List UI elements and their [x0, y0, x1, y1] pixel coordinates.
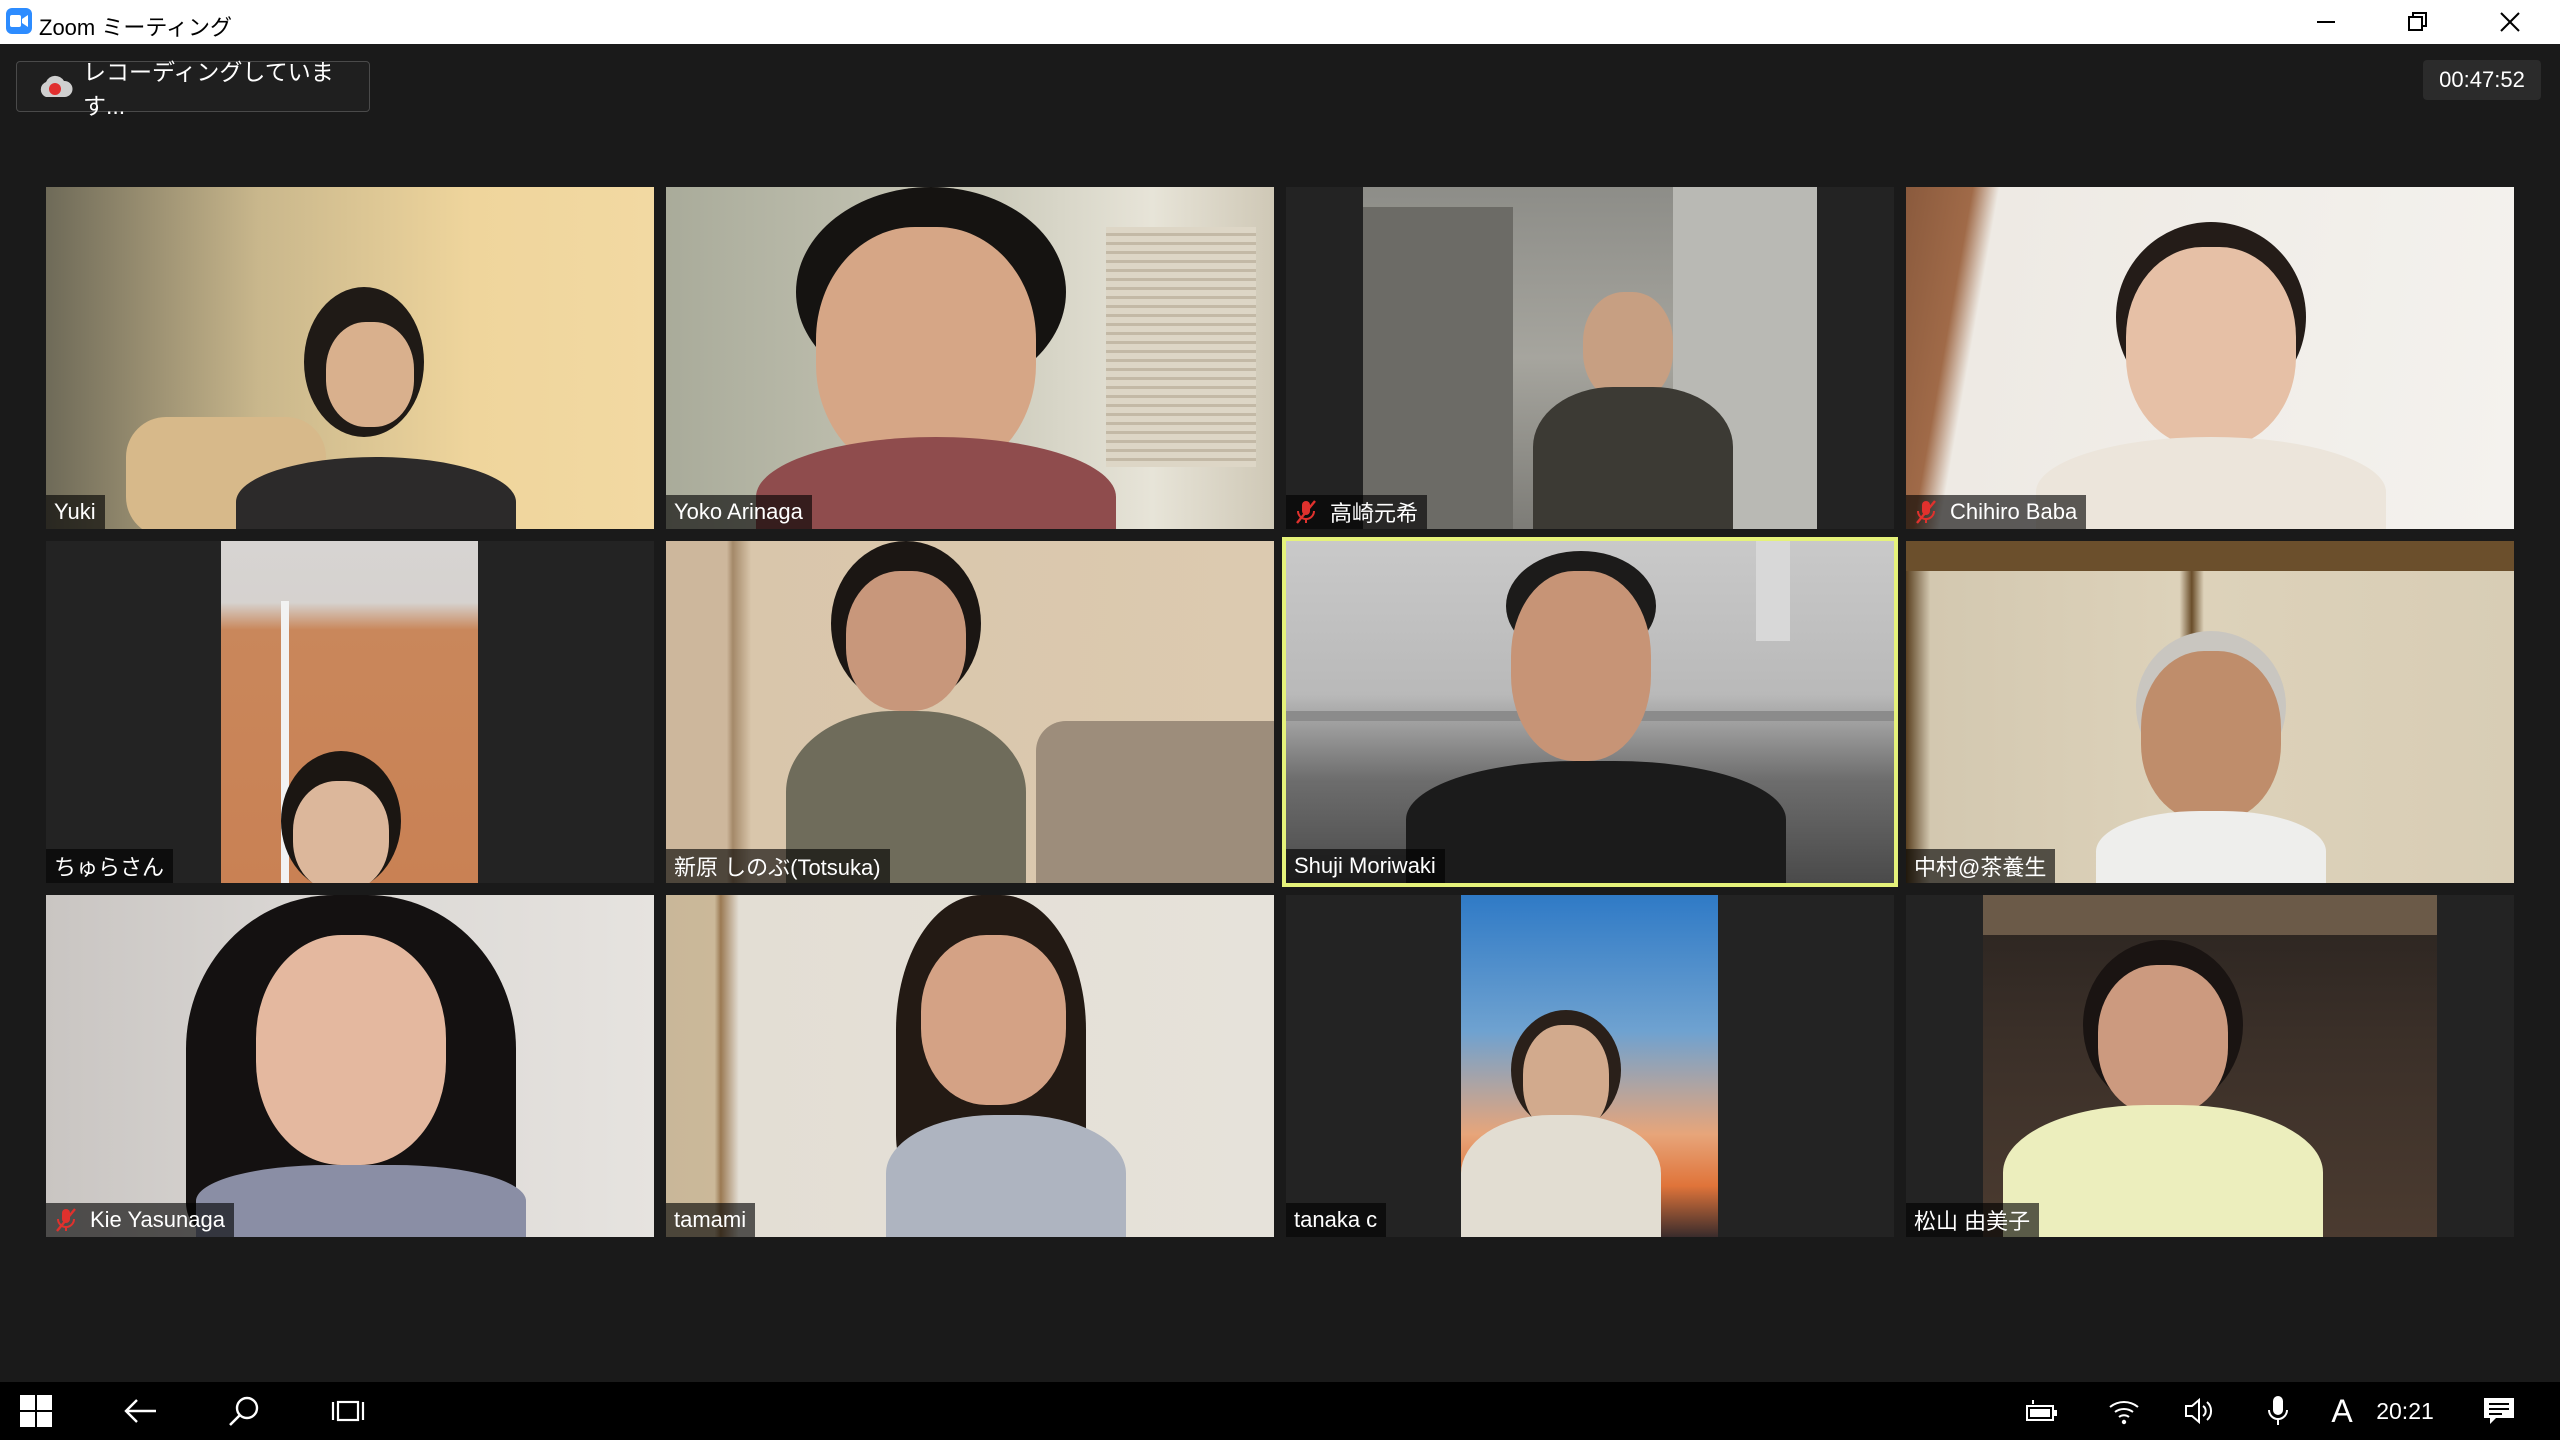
meeting-timer: 00:47:52 — [2423, 60, 2541, 100]
restore-icon[interactable] — [2372, 0, 2464, 44]
participant-tile[interactable]: Kie Yasunaga — [46, 895, 654, 1237]
participant-name-label: Yoko Arinaga — [666, 495, 812, 529]
participant-name-label: 中村@茶養生 — [1906, 849, 2056, 883]
battery-icon[interactable] — [2020, 1382, 2064, 1440]
taskbar: A 20:21 — [0, 1382, 2560, 1440]
participant-name: Kie Yasunaga — [90, 1207, 225, 1232]
participant-tile[interactable]: tanaka c — [1286, 895, 1894, 1237]
participant-name: 中村@茶養生 — [1914, 855, 2047, 880]
volume-icon[interactable] — [2178, 1382, 2222, 1440]
participant-name-label: ちゅらさん — [46, 849, 174, 883]
wifi-icon[interactable] — [2102, 1382, 2146, 1440]
video-feed — [221, 541, 478, 883]
search-icon[interactable] — [218, 1382, 270, 1440]
video-feed — [666, 895, 1274, 1237]
participant-tile[interactable]: tamami — [666, 895, 1274, 1237]
task-view-icon[interactable] — [322, 1382, 374, 1440]
participant-tile[interactable]: 中村@茶養生 — [1906, 541, 2514, 883]
participant-name: 新原 しのぶ(Totsuka) — [674, 855, 881, 880]
close-icon[interactable] — [2464, 0, 2556, 44]
ime-icon[interactable]: A — [2322, 1382, 2362, 1440]
participant-tile[interactable]: ちゅらさん — [46, 541, 654, 883]
video-feed — [666, 187, 1274, 529]
video-feed — [46, 187, 654, 529]
participant-name-label: 高崎元希 — [1286, 495, 1428, 529]
participant-name-label: tanaka c — [1286, 1203, 1387, 1237]
muted-mic-icon — [56, 1208, 76, 1232]
video-feed — [1906, 187, 2514, 529]
participant-name: 松山 由美子 — [1914, 1209, 2031, 1234]
muted-mic-icon — [1296, 500, 1316, 524]
back-arrow-icon[interactable] — [115, 1382, 167, 1440]
action-center-icon[interactable] — [2474, 1382, 2524, 1440]
participant-tile-active-speaker[interactable]: Shuji Moriwaki — [1282, 537, 1898, 887]
participant-name-label: Chihiro Baba — [1906, 495, 2087, 529]
participant-name-label: Kie Yasunaga — [46, 1203, 234, 1237]
participant-name: Shuji Moriwaki — [1294, 853, 1436, 878]
participant-name-label: 新原 しのぶ(Totsuka) — [666, 849, 890, 883]
muted-mic-icon — [1916, 500, 1936, 524]
zoom-camera-icon — [6, 8, 32, 34]
video-feed — [666, 541, 1274, 883]
participant-name: Yuki — [54, 499, 96, 524]
window-title: Zoom ミーティング — [39, 15, 233, 40]
taskbar-clock[interactable]: 20:21 — [2370, 1382, 2440, 1440]
participant-tile[interactable]: Chihiro Baba — [1906, 187, 2514, 529]
participant-name: tanaka c — [1294, 1207, 1378, 1232]
participant-tile[interactable]: 松山 由美子 — [1906, 895, 2514, 1237]
video-feed — [1363, 187, 1817, 529]
participant-name: ちゅらさん — [54, 855, 165, 880]
minimize-icon[interactable] — [2280, 0, 2372, 44]
cloud-record-icon — [37, 73, 73, 101]
participant-name-label: 松山 由美子 — [1906, 1203, 2040, 1237]
video-feed — [1983, 895, 2437, 1237]
microphone-icon[interactable] — [2256, 1382, 2300, 1440]
window-title-bar: Zoom ミーティング — [0, 0, 2560, 44]
recording-indicator[interactable]: レコーディングしています... — [16, 59, 370, 119]
participant-name: Chihiro Baba — [1950, 499, 2078, 524]
recording-label: レコーディングしています... — [83, 58, 334, 119]
participant-tile[interactable]: 新原 しのぶ(Totsuka) — [666, 541, 1274, 883]
participant-name: Yoko Arinaga — [674, 499, 803, 524]
video-feed — [1906, 541, 2514, 883]
video-feed — [46, 895, 654, 1237]
participant-name: tamami — [674, 1207, 747, 1232]
participant-tile[interactable]: 高崎元希 — [1286, 187, 1894, 529]
participant-tile[interactable]: Yuki — [46, 187, 654, 529]
participant-name-label: tamami — [666, 1203, 756, 1237]
windows-start-icon[interactable] — [10, 1382, 62, 1440]
video-feed — [1286, 541, 1894, 883]
participant-tile[interactable]: Yoko Arinaga — [666, 187, 1274, 529]
video-feed — [1461, 895, 1718, 1237]
participant-name-label: Yuki — [46, 495, 105, 529]
participant-name: 高崎元希 — [1330, 501, 1419, 526]
participant-name-label: Shuji Moriwaki — [1286, 849, 1445, 883]
